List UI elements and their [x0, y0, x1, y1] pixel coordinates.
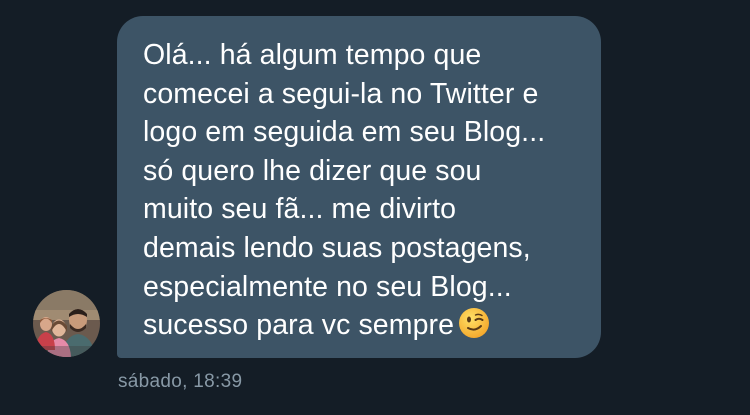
message-body: Olá... há algum tempo que comecei a segu… — [143, 39, 546, 342]
profile-photo-icon — [33, 290, 100, 357]
message-text: Olá... há algum tempo que comecei a segu… — [143, 36, 581, 345]
message-bubble[interactable]: Olá... há algum tempo que comecei a segu… — [117, 16, 601, 358]
message-timestamp: sábado, 18:39 — [118, 371, 243, 392]
sender-avatar[interactable] — [33, 290, 100, 357]
received-message-row: Olá... há algum tempo que comecei a segu… — [0, 0, 750, 415]
winking-face-emoji-icon — [458, 307, 490, 339]
